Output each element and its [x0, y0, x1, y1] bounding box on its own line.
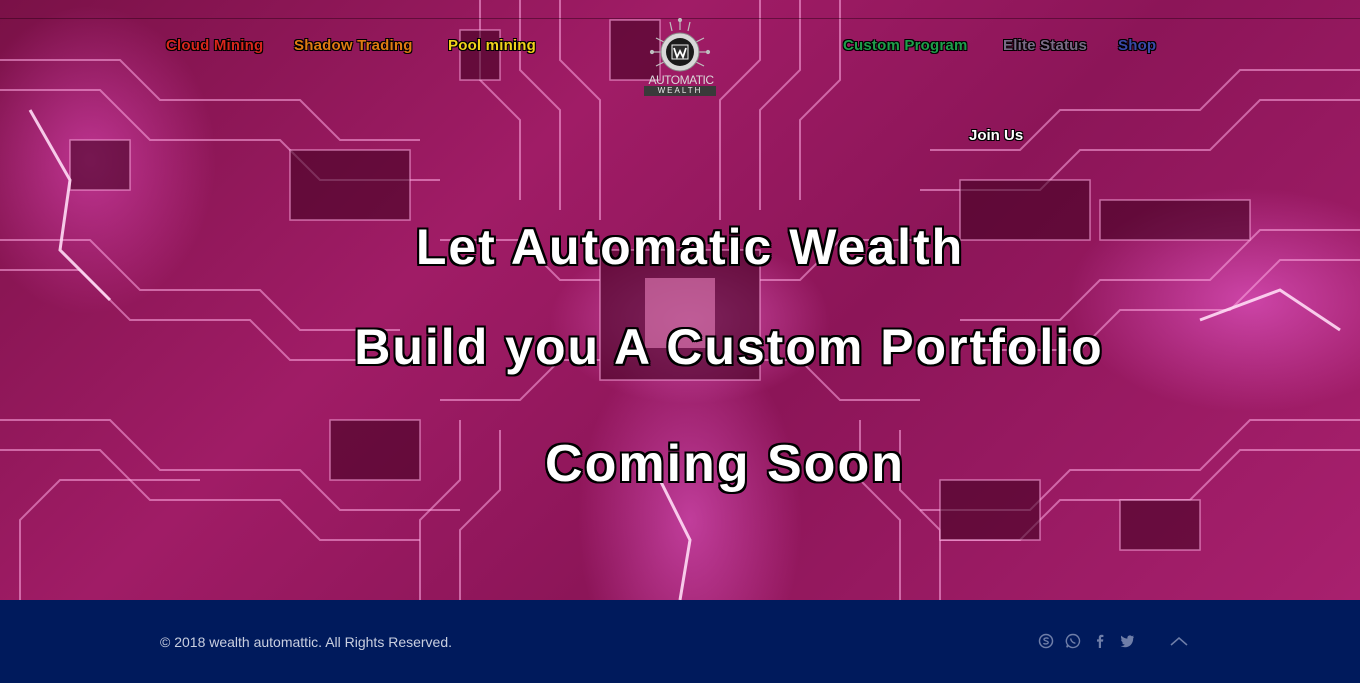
logo-text-automatic: AUTOMATIC: [648, 73, 714, 87]
nav-right: Custom Program Elite Status Shop: [0, 37, 1360, 57]
skype-icon[interactable]: [1037, 632, 1055, 650]
site-logo[interactable]: AUTOMATIC WEALTH: [640, 17, 720, 98]
scroll-up-icon[interactable]: [1168, 632, 1190, 650]
facebook-icon[interactable]: [1091, 632, 1109, 650]
whatsapp-icon[interactable]: [1064, 632, 1082, 650]
twitter-icon[interactable]: [1118, 632, 1136, 650]
hero-coming-soon: Coming Soon: [545, 435, 905, 493]
logo-text-wealth: WEALTH: [644, 86, 716, 96]
nav-join-us[interactable]: Join Us: [969, 127, 1023, 144]
site-footer: © 2018 wealth automattic. All Rights Res…: [0, 600, 1360, 683]
nav-elite-status[interactable]: Elite Status: [1003, 37, 1087, 54]
nav-shop[interactable]: Shop: [1118, 37, 1156, 54]
footer-copyright: © 2018 wealth automattic. All Rights Res…: [160, 634, 453, 650]
nav-custom-program[interactable]: Custom Program: [843, 37, 968, 54]
hero-headline-line2: Build you A Custom Portfolio: [354, 319, 1104, 375]
hero-headline-line1: Let Automatic Wealth: [415, 219, 965, 275]
